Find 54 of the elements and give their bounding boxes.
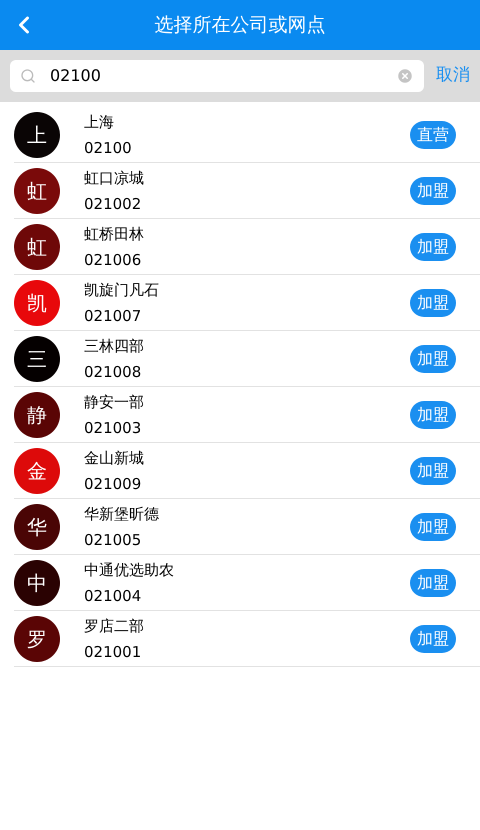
avatar: 罗: [14, 616, 60, 662]
branch-name: 中通优选助农: [84, 560, 175, 580]
branch-code: 021009: [84, 474, 142, 494]
branch-type-tag: 加盟: [410, 624, 456, 652]
branch-code: 021008: [84, 362, 142, 382]
list-row[interactable]: 罗 罗店二部 021001 加盟: [14, 611, 480, 667]
list-row[interactable]: 华 华新堡昕德 021005 加盟: [14, 499, 480, 555]
avatar: 虹: [14, 224, 60, 270]
avatar: 华: [14, 504, 60, 550]
page-title: 选择所在公司或网点: [154, 12, 326, 38]
branch-type-tag: 加盟: [410, 400, 456, 428]
avatar: 凯: [14, 280, 60, 326]
branch-type-tag: 直营: [410, 120, 456, 148]
branch-type-tag: 加盟: [410, 176, 456, 204]
branch-code: 021004: [84, 586, 142, 606]
list-row[interactable]: 三 三林四部 021008 加盟: [14, 331, 480, 387]
branch-type-tag: 加盟: [410, 344, 456, 372]
branch-name: 凯旋门凡石: [84, 280, 160, 300]
list-row[interactable]: 静 静安一部 021003 加盟: [14, 387, 480, 443]
avatar: 金: [14, 448, 60, 494]
avatar: 静: [14, 392, 60, 438]
avatar: 中: [14, 560, 60, 606]
branch-type-tag: 加盟: [410, 288, 456, 316]
search-box[interactable]: 02100: [10, 60, 424, 92]
branch-code: 021007: [84, 306, 142, 326]
avatar: 上: [14, 112, 60, 158]
list-row[interactable]: 虹 虹口凉城 021002 加盟: [14, 163, 480, 219]
search-field[interactable]: 02100: [50, 64, 382, 88]
branch-code: 021001: [84, 642, 142, 662]
list-row[interactable]: 虹 虹桥田林 021006 加盟: [14, 219, 480, 275]
branch-name: 华新堡昕德: [84, 504, 160, 524]
branch-code: 021003: [84, 418, 142, 438]
branch-name: 金山新城: [84, 448, 145, 468]
branch-type-tag: 加盟: [410, 512, 456, 540]
branch-code: 021006: [84, 250, 142, 270]
avatar: 三: [14, 336, 60, 382]
list-row[interactable]: 中 中通优选助农 021004 加盟: [14, 555, 480, 611]
branch-code: 021005: [84, 530, 142, 550]
list-row[interactable]: 上 上海 02100 直营: [14, 107, 480, 163]
branch-name: 罗店二部: [84, 616, 145, 636]
branch-name: 三林四部: [84, 336, 145, 356]
branch-name: 静安一部: [84, 392, 145, 412]
branch-type-tag: 加盟: [410, 456, 456, 484]
avatar: 虹: [14, 168, 60, 214]
list-row[interactable]: 凯 凯旋门凡石 021007 加盟: [14, 275, 480, 331]
search-icon: [20, 68, 36, 84]
branch-type-tag: 加盟: [410, 232, 456, 260]
branch-code: 02100: [84, 138, 133, 158]
branch-name: 上海: [84, 112, 115, 132]
list-row[interactable]: 金 金山新城 021009 加盟: [14, 443, 480, 499]
branch-name: 虹桥田林: [84, 224, 145, 244]
branch-code: 021002: [84, 194, 142, 214]
branch-type-tag: 加盟: [410, 568, 456, 596]
branch-name: 虹口凉城: [84, 168, 145, 188]
